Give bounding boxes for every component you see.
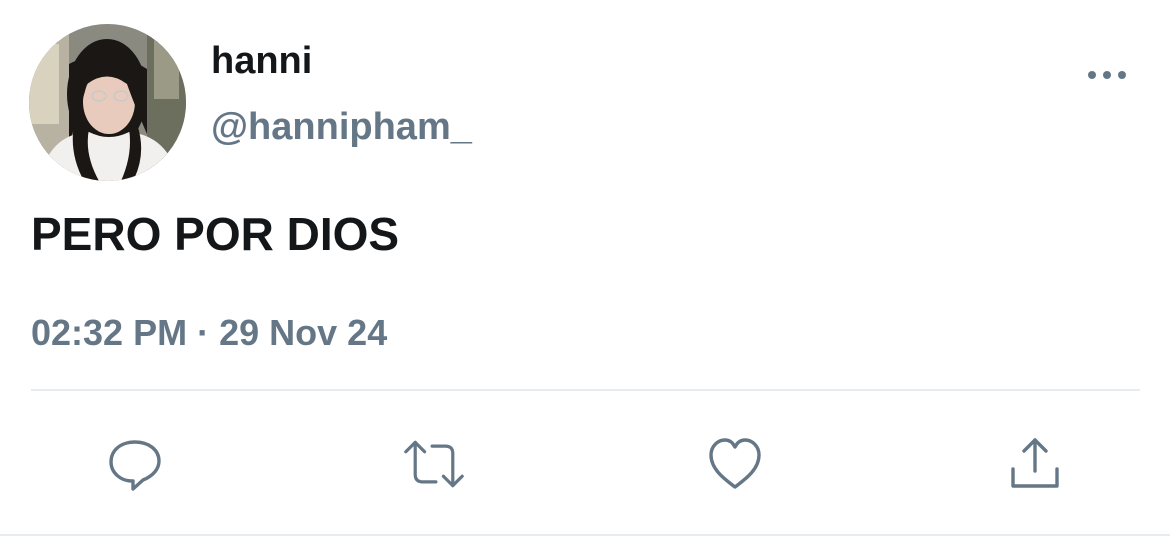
- like-button[interactable]: [704, 433, 766, 495]
- share-button[interactable]: [1004, 433, 1066, 495]
- tweet-date: 29 Nov 24: [219, 312, 388, 353]
- reply-button[interactable]: [104, 433, 166, 495]
- tweet-time: 02:32 PM: [31, 312, 188, 353]
- avatar-photo: [29, 24, 186, 181]
- heart-icon: [709, 438, 761, 489]
- more-horizontal-icon: [1088, 71, 1126, 79]
- divider: [31, 389, 1140, 391]
- share-icon: [1011, 438, 1059, 488]
- tweet-card: hanni @hannipham_ PERO POR DIOS 02:32 PM…: [0, 0, 1170, 555]
- tweet-text: PERO POR DIOS: [31, 208, 400, 260]
- bottom-divider: [0, 534, 1170, 536]
- more-options-button[interactable]: [1082, 60, 1132, 90]
- user-handle[interactable]: @hannipham_: [211, 104, 472, 150]
- tweet-timestamp[interactable]: 02:32 PM · 29 Nov 24: [31, 310, 387, 356]
- reply-icon: [109, 440, 161, 491]
- retweet-button[interactable]: [403, 433, 465, 495]
- display-name[interactable]: hanni: [211, 38, 312, 84]
- avatar[interactable]: [29, 24, 186, 181]
- timestamp-separator: ·: [197, 312, 210, 353]
- retweet-icon: [404, 440, 464, 488]
